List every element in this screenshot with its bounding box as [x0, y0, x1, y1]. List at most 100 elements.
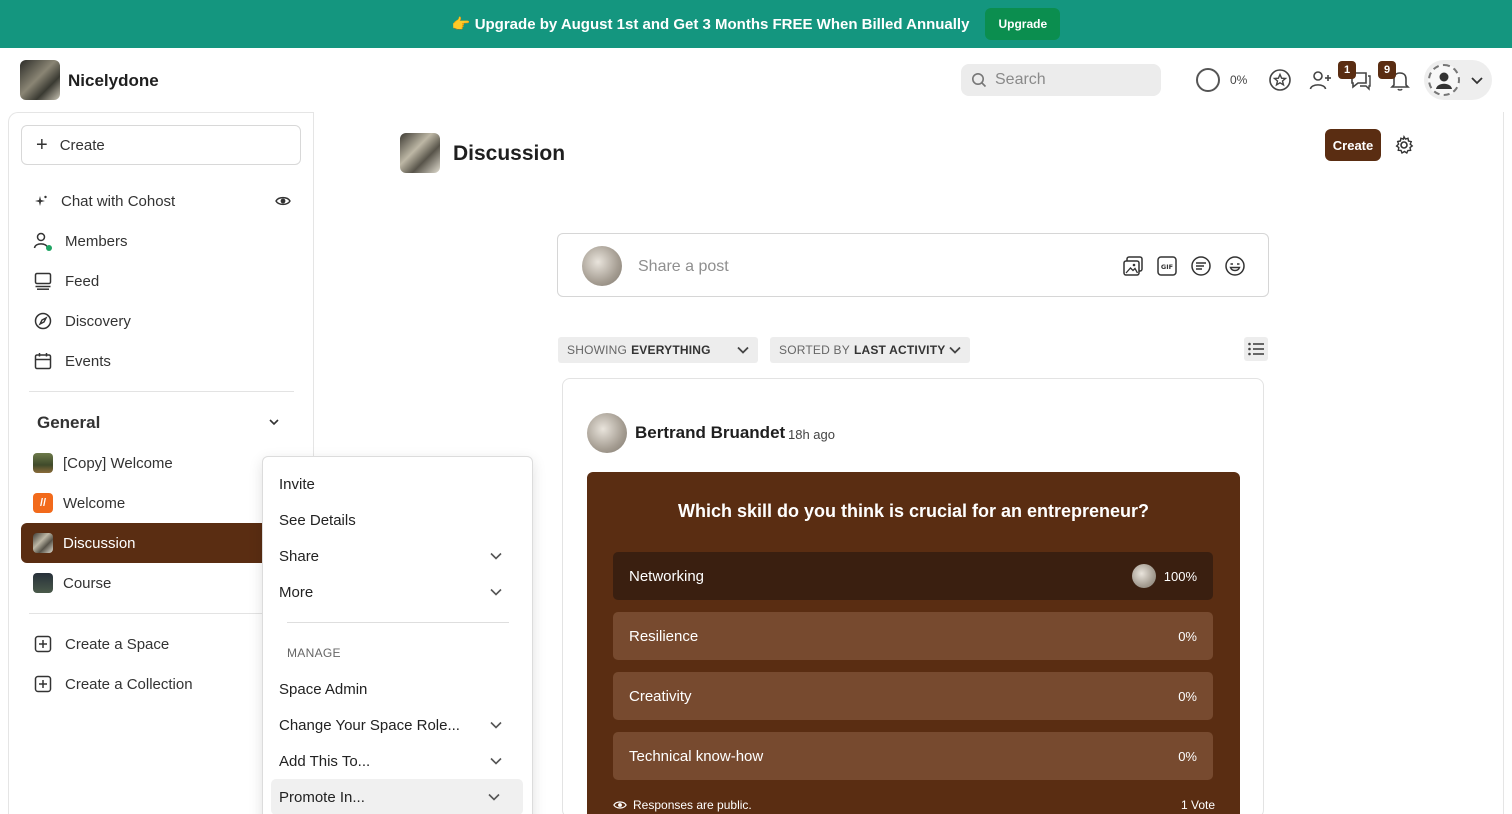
user-icon — [1436, 72, 1452, 89]
emoji-icon[interactable] — [1224, 255, 1246, 277]
chevron-down-icon — [490, 552, 502, 560]
menu-item-see-details[interactable]: See Details — [279, 502, 519, 538]
poll-vote-count[interactable]: 1 Vote — [1181, 798, 1215, 812]
sidebar-item-label: Chat with Cohost — [61, 192, 176, 210]
content-border — [1503, 112, 1504, 814]
user-menu[interactable] — [1424, 60, 1492, 100]
progress-value: 0% — [1230, 73, 1248, 87]
chevron-down-icon — [490, 588, 502, 596]
sidebar-item-events[interactable]: Events — [21, 341, 301, 381]
community-name[interactable]: Nicelydone — [68, 71, 159, 91]
menu-item-space-admin[interactable]: Space Admin — [279, 671, 519, 707]
menu-item-promote-in[interactable]: Promote In... — [271, 779, 523, 814]
menu-item-add-this-to[interactable]: Add This To... — [279, 743, 519, 779]
progress-ring-icon — [1196, 68, 1220, 92]
avatar — [1428, 64, 1460, 96]
poll-option[interactable]: Resilience 0% — [613, 612, 1213, 660]
plus-square-icon — [34, 635, 52, 653]
author-avatar[interactable] — [587, 413, 627, 453]
gif-icon[interactable]: GIF — [1156, 255, 1178, 277]
menu-item-label: Promote In... — [279, 788, 365, 806]
filter-prefix: SORTED BY — [779, 343, 850, 357]
sidebar-create-button[interactable]: + Create — [21, 125, 301, 165]
sidebar-space-welcome[interactable]: // Welcome — [21, 483, 301, 523]
chevron-down-icon — [949, 346, 961, 354]
poll-option-label: Technical know-how — [629, 747, 764, 765]
chevron-down-icon — [488, 793, 500, 801]
poll-icon[interactable] — [1190, 255, 1212, 277]
menu-divider — [287, 622, 509, 623]
upgrade-banner: 👉 Upgrade by August 1st and Get 3 Months… — [0, 0, 1512, 48]
list-icon — [1248, 342, 1264, 356]
messages-badge: 1 — [1338, 61, 1356, 79]
onboarding-progress[interactable]: 0% — [1196, 68, 1247, 92]
filter-sort-dropdown[interactable]: SORTED BY LAST ACTIVITY — [770, 337, 970, 363]
list-view-toggle[interactable] — [1244, 337, 1268, 361]
sidebar-item-label: Feed — [65, 272, 100, 290]
post-author[interactable]: Bertrand Bruandet — [635, 423, 785, 443]
poll-option[interactable]: Networking 100% — [613, 552, 1213, 600]
filter-showing-dropdown[interactable]: SHOWING EVERYTHING — [558, 337, 758, 363]
star-icon[interactable] — [1268, 68, 1292, 92]
sidebar-item-members[interactable]: Members — [21, 221, 301, 261]
poll-footer: Responses are public. 1 Vote — [613, 798, 1215, 812]
post-composer[interactable]: Share a post GIF — [557, 233, 1269, 297]
bell-icon[interactable]: 9 — [1378, 61, 1412, 92]
post-timestamp[interactable]: 18h ago — [788, 427, 835, 442]
sidebar-item-discovery[interactable]: Discovery — [21, 301, 301, 341]
sidebar-space-course[interactable]: Course — [21, 563, 301, 603]
search-input[interactable]: Search — [961, 64, 1161, 96]
section-title-general[interactable]: General — [37, 413, 100, 433]
search-icon — [972, 73, 987, 88]
top-bar: Nicelydone Search 0% 1 9 — [0, 48, 1512, 112]
community-logo[interactable] — [20, 60, 60, 100]
sidebar-space-copy-welcome[interactable]: [Copy] Welcome — [21, 443, 301, 483]
search-placeholder: Search — [995, 71, 1046, 88]
menu-item-invite[interactable]: Invite — [279, 466, 519, 502]
add-member-icon[interactable] — [1308, 68, 1332, 92]
poll-option[interactable]: Technical know-how 0% — [613, 732, 1213, 780]
sidebar-item-label: Members — [65, 232, 128, 250]
menu-item-label: Share — [279, 547, 320, 565]
poll-option-percent: 0% — [1178, 688, 1197, 704]
create-label: Create — [59, 136, 105, 154]
calendar-icon — [34, 353, 52, 370]
chevron-down-icon — [490, 721, 502, 729]
compass-icon — [34, 312, 52, 330]
menu-item-label: Space Admin — [279, 680, 368, 698]
menu-item-more[interactable]: More — [279, 574, 519, 610]
create-collection-link[interactable]: Create a Collection — [21, 664, 301, 704]
filter-value: LAST ACTIVITY — [853, 343, 946, 357]
poll-option-percent: 0% — [1178, 628, 1197, 644]
feed-icon — [34, 272, 52, 290]
sidebar-item-label: Events — [65, 352, 111, 370]
menu-section-manage: MANAGE — [287, 646, 341, 660]
eye-icon[interactable] — [275, 193, 291, 209]
create-post-button[interactable]: Create — [1325, 129, 1381, 161]
sidebar-item-chat-with-cohost[interactable]: Chat with Cohost — [21, 181, 301, 221]
sidebar-item-feed[interactable]: Feed — [21, 261, 301, 301]
sidebar-item-label: Welcome — [63, 494, 126, 512]
messages-icon[interactable]: 1 — [1338, 61, 1372, 92]
menu-item-label: More — [279, 583, 314, 601]
plus-square-icon — [34, 675, 52, 693]
chevron-down-icon — [737, 346, 749, 354]
filter-value: EVERYTHING — [631, 343, 711, 357]
space-thumbnail — [33, 453, 53, 473]
notifications-badge: 9 — [1378, 61, 1396, 79]
space-options-menu: Invite See Details Share More MANAGE Spa… — [262, 456, 533, 814]
menu-item-change-role[interactable]: Change Your Space Role... — [279, 707, 519, 743]
menu-item-share[interactable]: Share — [279, 538, 519, 574]
upgrade-button[interactable]: Upgrade — [985, 8, 1061, 40]
image-icon[interactable] — [1122, 255, 1144, 277]
poll-option[interactable]: Creativity 0% — [613, 672, 1213, 720]
chevron-down-icon[interactable] — [267, 415, 281, 429]
menu-item-label: Change Your Space Role... — [279, 716, 460, 734]
space-thumbnail: // — [33, 493, 53, 513]
sidebar-divider — [29, 613, 265, 614]
create-space-link[interactable]: Create a Space — [21, 624, 301, 664]
sidebar-space-discussion[interactable]: Discussion — [21, 523, 263, 563]
poll-option-percent: 100% — [1163, 568, 1197, 584]
gear-icon[interactable] — [1394, 135, 1414, 155]
chevron-down-icon — [490, 757, 502, 765]
